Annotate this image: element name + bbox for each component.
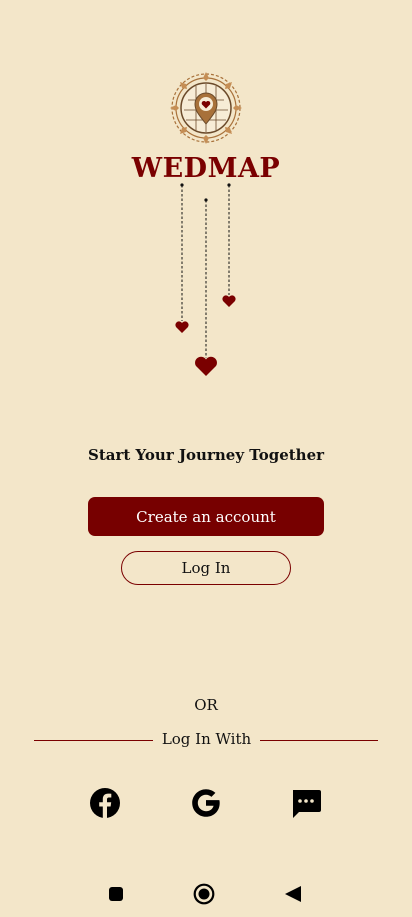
tagline: Start Your Journey Together xyxy=(87,446,325,464)
heart-icon xyxy=(222,295,236,307)
heart-icon xyxy=(175,321,189,333)
login-with-label: Log In With xyxy=(161,730,252,748)
login-button[interactable]: Log In xyxy=(121,551,291,585)
triangle-back-icon[interactable] xyxy=(284,885,302,903)
google-icon[interactable] xyxy=(189,786,223,820)
circle-home-icon[interactable] xyxy=(193,883,215,905)
square-icon[interactable] xyxy=(108,886,124,902)
divider-line-right xyxy=(260,740,378,742)
create-account-button[interactable]: Create an account xyxy=(88,497,324,536)
facebook-icon[interactable] xyxy=(88,786,122,820)
heart-icon xyxy=(195,356,217,376)
divider-line-left xyxy=(34,740,153,742)
hanging-hearts-decoration xyxy=(175,183,236,376)
sms-message-icon[interactable] xyxy=(289,786,323,820)
wedding-map-pin-emblem-icon xyxy=(170,72,242,144)
or-separator: OR xyxy=(194,696,218,714)
